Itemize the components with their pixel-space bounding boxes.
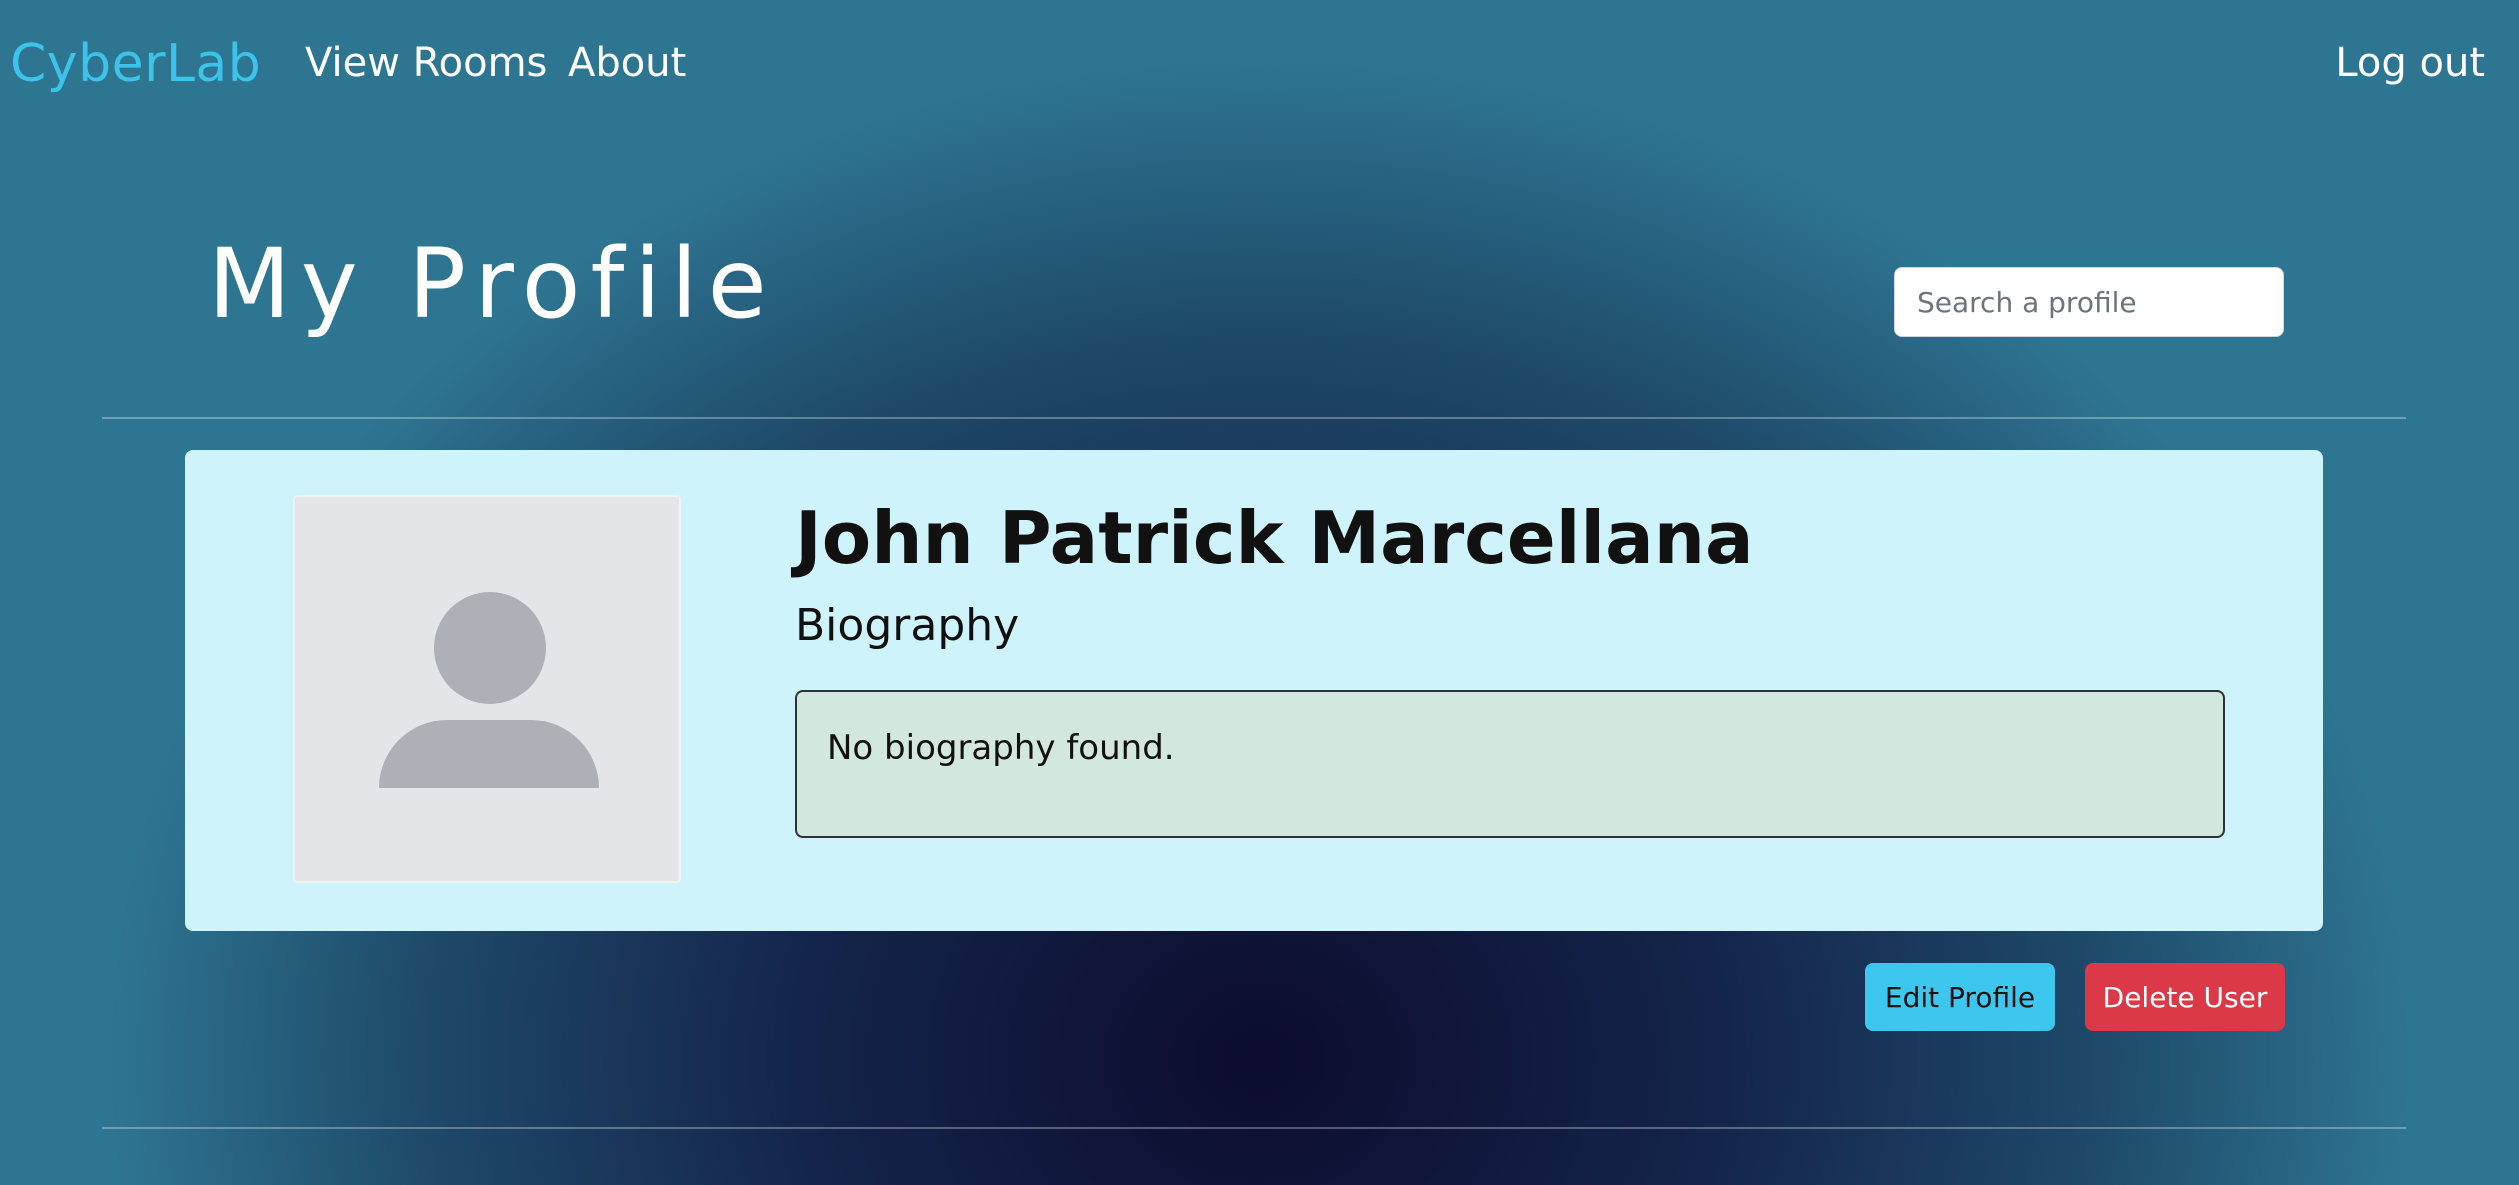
logout-link[interactable]: Log out xyxy=(2335,40,2485,86)
profile-name: John Patrick Marcellana xyxy=(795,496,1754,580)
search-input[interactable] xyxy=(1894,267,2284,337)
profile-card: John Patrick Marcellana Biography No bio… xyxy=(185,450,2323,931)
divider xyxy=(102,417,2406,419)
avatar-head xyxy=(434,592,546,704)
avatar-body xyxy=(379,720,599,788)
edit-profile-button[interactable]: Edit Profile xyxy=(1865,963,2055,1031)
nav-about[interactable]: About xyxy=(568,40,686,86)
delete-user-button[interactable]: Delete User xyxy=(2085,963,2285,1031)
nav-view-rooms[interactable]: View Rooms xyxy=(305,40,547,86)
biography-heading: Biography xyxy=(795,600,1020,651)
brand-logo[interactable]: CyberLab xyxy=(10,34,261,94)
divider xyxy=(102,1127,2406,1129)
user-placeholder-icon xyxy=(293,495,681,883)
page-title: My Profile xyxy=(208,228,777,340)
biography-text: No biography found. xyxy=(827,728,1175,768)
biography-box: No biography found. xyxy=(795,690,2225,838)
